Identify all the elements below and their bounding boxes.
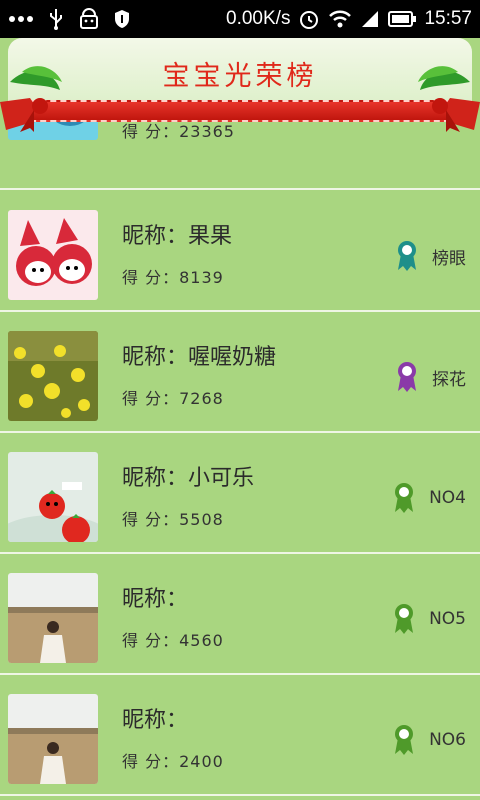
leaderboard-list[interactable]: 得 分：23365 状元 xyxy=(0,38,480,800)
medal-icon xyxy=(398,362,416,392)
list-item-6[interactable]: 昵称： 得 分：2400 NO6 xyxy=(0,676,480,796)
avatar xyxy=(8,210,98,300)
battery-icon xyxy=(388,11,417,27)
rank-badge: 榜眼 xyxy=(396,240,466,272)
shield-icon xyxy=(114,9,130,29)
score: 得 分：2400 xyxy=(122,752,224,771)
avatar xyxy=(8,331,98,421)
nickname: 昵称：果果 xyxy=(122,224,233,249)
usb-icon xyxy=(48,8,64,30)
score: 得 分：4560 xyxy=(122,631,224,650)
list-item-4[interactable]: 昵称：小可乐 得 分：5508 NO4 xyxy=(0,434,480,554)
medal-icon xyxy=(395,604,414,634)
nickname: 昵称： xyxy=(122,587,189,612)
avatar xyxy=(8,452,98,542)
nickname: 昵称：小可乐 xyxy=(122,466,255,491)
status-bar: 0.00K/s 15:57 xyxy=(0,0,480,38)
ribbon-banner xyxy=(20,100,460,122)
medal-icon xyxy=(395,725,414,755)
ribbon-bow-right-icon xyxy=(418,66,480,132)
wifi-icon xyxy=(328,9,352,29)
avatar xyxy=(8,694,98,784)
network-speed: 0.00K/s xyxy=(226,8,291,29)
rank-label: 探花 xyxy=(432,369,466,390)
score: 得 分：8139 xyxy=(122,268,224,287)
list-item-3[interactable]: 昵称：喔喔奶糖 得 分：7268 探花 xyxy=(0,313,480,433)
rank-label: NO6 xyxy=(429,730,466,750)
android-icon xyxy=(78,8,100,30)
medal-icon xyxy=(395,483,414,513)
alarm-icon xyxy=(298,8,320,30)
rank-label: 榜眼 xyxy=(432,248,466,269)
rank-label: NO4 xyxy=(429,488,466,508)
page-header: 宝宝光荣榜 xyxy=(0,38,480,132)
nickname: 昵称：喔喔奶糖 xyxy=(122,345,277,370)
nickname: 昵称： xyxy=(122,708,189,733)
list-item-2[interactable]: 昵称：果果 得 分：8139 榜眼 xyxy=(0,192,480,312)
rank-badge: NO5 xyxy=(393,603,466,635)
rank-badge: NO6 xyxy=(393,724,466,756)
signal-icon xyxy=(360,9,380,29)
ribbon-bow-left-icon xyxy=(0,66,62,132)
score: 得 分：7268 xyxy=(122,389,224,408)
rank-badge: NO4 xyxy=(393,482,466,514)
avatar xyxy=(8,573,98,663)
more-icon xyxy=(8,15,34,23)
score: 得 分：5508 xyxy=(122,510,224,529)
rank-label: NO5 xyxy=(429,609,466,629)
rank-badge: 探花 xyxy=(396,361,466,393)
medal-icon xyxy=(398,241,416,271)
clock: 15:57 xyxy=(424,8,472,29)
list-item-5[interactable]: 昵称： 得 分：4560 NO5 xyxy=(0,555,480,675)
